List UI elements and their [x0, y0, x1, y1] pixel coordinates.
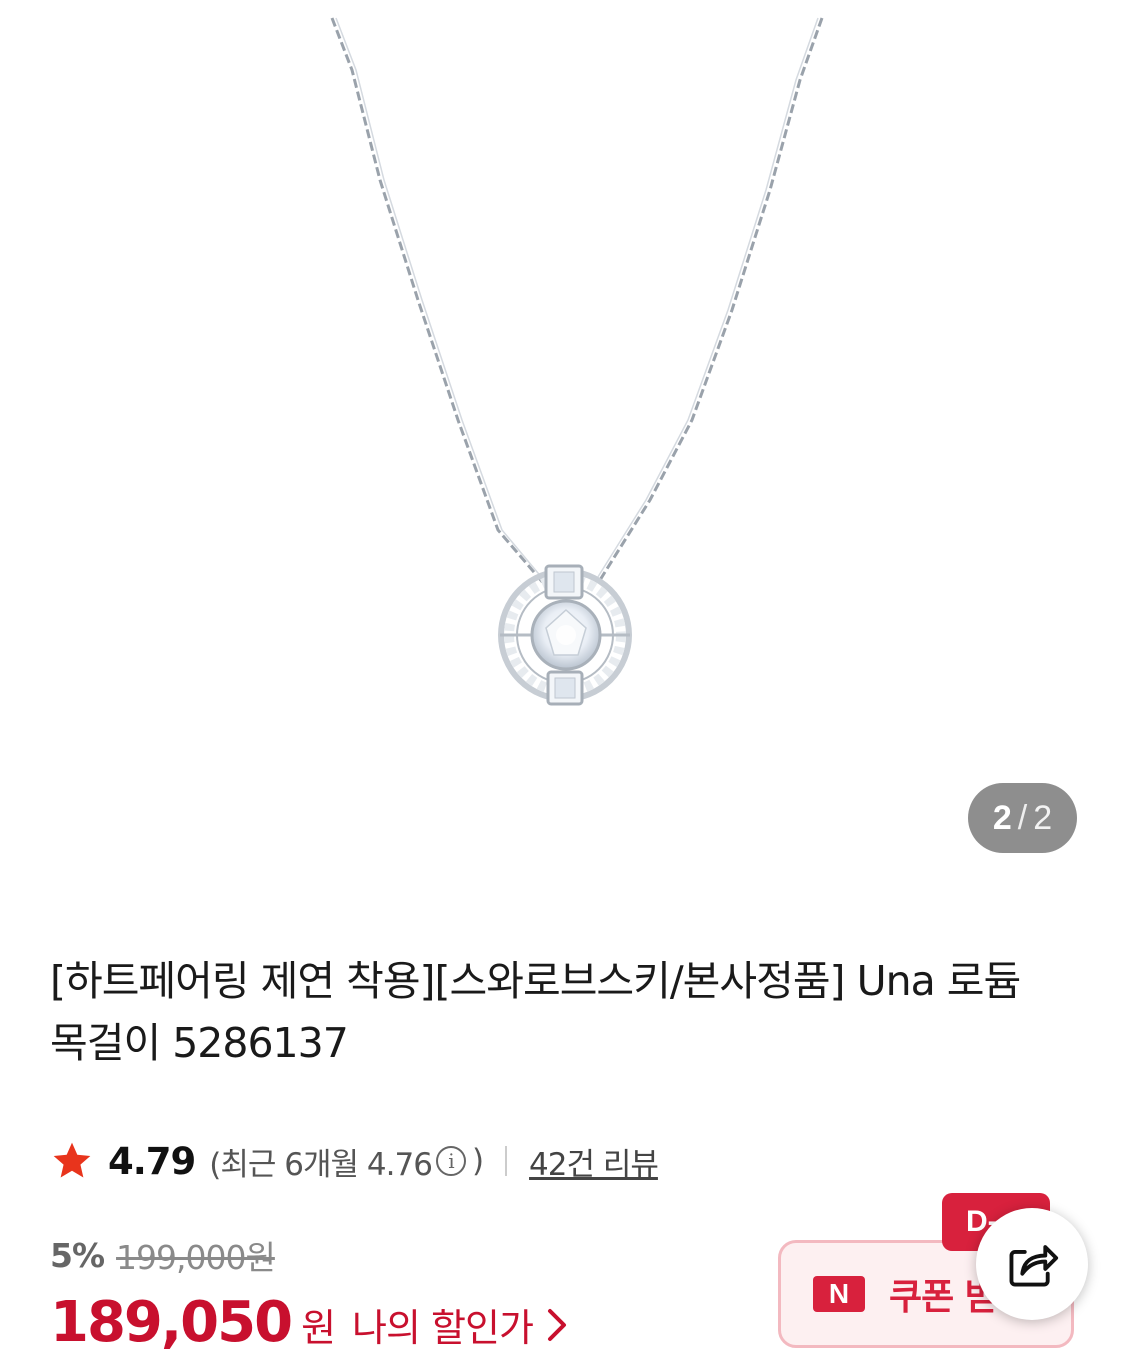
star-icon — [53, 1142, 91, 1178]
share-icon — [1009, 1245, 1059, 1287]
discount-rate: 5% — [50, 1235, 105, 1275]
recent-rating-text: (최근 6개월 4.76 — [209, 1146, 433, 1183]
total-pages: 2 — [1033, 798, 1053, 837]
original-price: 199,000원 — [116, 1238, 276, 1277]
page-separator: / — [1017, 798, 1028, 837]
recent-rating-close: ) — [471, 1143, 484, 1179]
price-row: 189,050 원 나의 할인가 — [50, 1290, 567, 1360]
product-title-line2: 목걸이 5286137 — [50, 1019, 349, 1067]
my-discount-price-link[interactable]: 나의 할인가 — [352, 1297, 567, 1352]
product-title: [하트페어링 제연 착용][스와로브스키/본사정품] Una 로듐 목걸이 52… — [50, 950, 1080, 1074]
product-image[interactable]: 2 / 2 — [0, 0, 1125, 900]
divider — [505, 1146, 508, 1176]
product-title-line1: [하트페어링 제연 착용][스와로브스키/본사정품] Una 로듐 — [50, 957, 1021, 1005]
sale-price: 189,050 — [50, 1290, 293, 1355]
rating-row: 4.79 (최근 6개월 4.76 i ) 42건 리뷰 — [50, 1135, 659, 1187]
my-discount-price-label: 나의 할인가 — [352, 1306, 534, 1350]
price-unit: 원 — [301, 1306, 337, 1350]
discount-row: 5% 199,000원 — [50, 1230, 276, 1280]
chevron-right-icon — [547, 1308, 566, 1341]
necklace-image — [330, 17, 824, 706]
current-page: 2 — [992, 798, 1012, 837]
share-button[interactable] — [976, 1208, 1088, 1320]
review-count-link[interactable]: 42건 리뷰 — [529, 1139, 659, 1184]
image-page-indicator: 2 / 2 — [968, 783, 1077, 853]
info-icon[interactable]: i — [435, 1146, 466, 1176]
naver-icon: N — [813, 1276, 865, 1312]
recent-rating: (최근 6개월 4.76 i ) — [209, 1139, 484, 1184]
rating-score: 4.79 — [108, 1139, 196, 1183]
